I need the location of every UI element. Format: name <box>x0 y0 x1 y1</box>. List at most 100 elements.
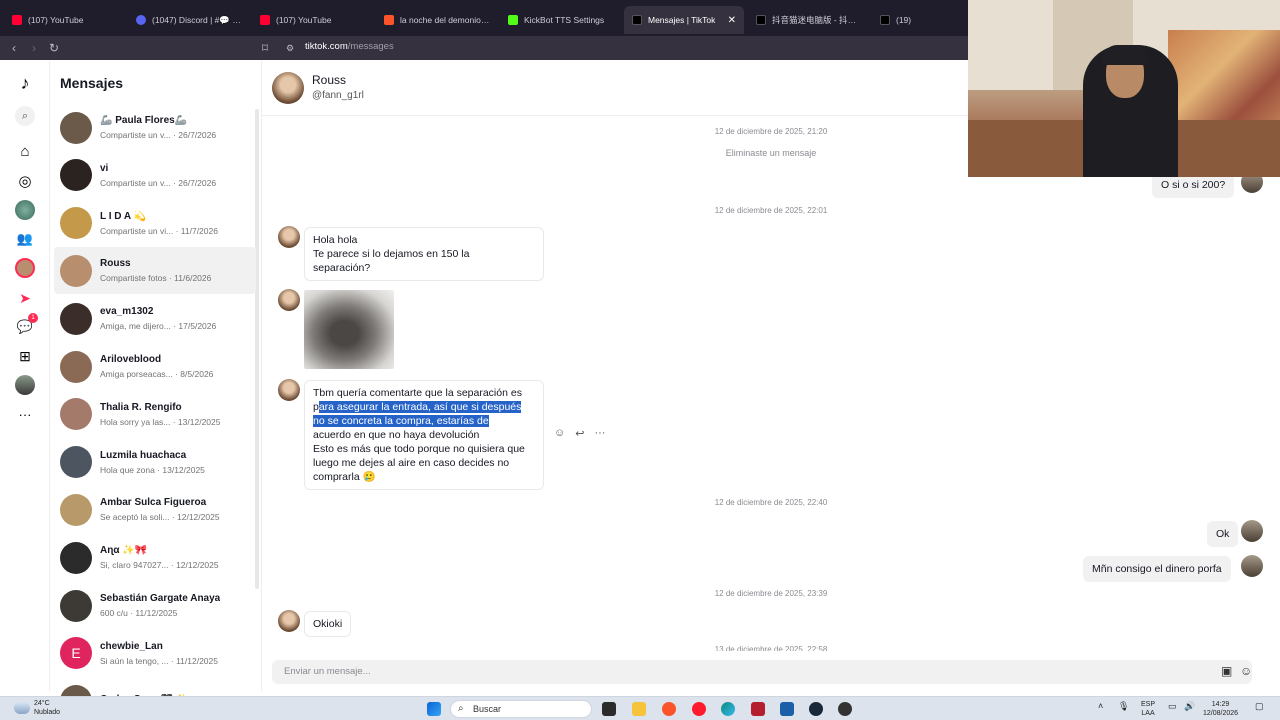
task-view-icon[interactable] <box>602 702 616 716</box>
conversation-item[interactable]: Thalia R. Rengifo Hola sorry ya las... · … <box>54 391 256 438</box>
conversation-item[interactable]: eva_m1302 Amiga, me dijero... · 17/5/2026 <box>54 295 256 342</box>
conversation-item[interactable]: Ambar Sulca Figueroa Se aceptó la soli...… <box>54 486 256 533</box>
conversation-preview: Amiga porseacas... · 8/5/2026 <box>100 369 214 379</box>
more-options-icon[interactable]: ··· <box>594 427 605 440</box>
conversation-item[interactable]: Ariloveblood Amiga porseacas... · 8/5/202… <box>54 343 256 390</box>
send-icon[interactable]: ➤ <box>15 288 35 308</box>
contact-message[interactable]: Hola hola Te parece si lo dejamos en 150… <box>304 227 544 281</box>
brave-icon[interactable] <box>662 702 676 716</box>
obs-icon[interactable] <box>838 702 852 716</box>
conversation-text: vi Compartiste un v... · 26/7/2026 <box>100 163 216 188</box>
weather-icon[interactable] <box>14 702 30 714</box>
my-avatar <box>1241 520 1263 542</box>
conversation-item[interactable]: Echewbie_Lan Si aún la tengo, ... · 11/12… <box>54 630 256 677</box>
emoji-icon[interactable]: ☺ <box>1240 664 1252 678</box>
contact-handle[interactable]: @fann_g1rl <box>312 90 364 101</box>
messages-title: Mensajes <box>60 75 124 91</box>
conversation-item[interactable]: L I D A 💫 Compartiste un vi... · 11/7/202… <box>54 200 256 247</box>
friends-avatar-icon[interactable] <box>15 258 35 278</box>
message-input[interactable]: Enviar un mensaje... ▣ ☺ <box>272 660 1252 684</box>
bookmark-icon[interactable]: ⌑ <box>255 41 275 55</box>
browser-tab[interactable]: 抖音猫迷电脑版 - 抖音猫... <box>748 6 868 34</box>
show-hidden-icons[interactable]: ˄ <box>1098 702 1103 711</box>
conversation-item[interactable]: Rouss Compartiste fotos · 11/6/2026 <box>54 247 256 295</box>
profile-avatar-icon[interactable] <box>15 375 35 395</box>
conversation-name: L I D A 💫 <box>100 210 146 222</box>
upload-icon[interactable]: ⊞ <box>15 346 35 366</box>
conversation-item[interactable]: Aɳα ✨🎀 Si, claro 947027... · 12/12/2025 <box>54 534 256 581</box>
reply-icon[interactable]: ↩ <box>575 427 584 440</box>
conversation-preview: Compartiste un vi... · 11/7/2026 <box>100 225 218 236</box>
conversation-avatar <box>60 589 92 622</box>
back-icon[interactable]: ‹ <box>4 41 24 55</box>
live-avatar-icon[interactable] <box>15 200 35 220</box>
volume-icon[interactable]: 🔊 <box>1184 702 1195 711</box>
conversation-avatar <box>60 493 92 526</box>
react-icon[interactable]: ☺ <box>554 427 565 440</box>
cat-photo-message[interactable] <box>304 290 394 369</box>
conversation-name: chewbie_Lan <box>100 640 163 652</box>
browser-tab[interactable]: (107) YouTube <box>4 6 124 34</box>
webcam-hair <box>1102 45 1148 65</box>
following-icon[interactable]: 👥 <box>15 229 35 249</box>
conversation-avatar <box>60 302 92 335</box>
home-icon[interactable]: ⌂ <box>15 141 35 161</box>
my-message[interactable]: Mñn consigo el dinero porfa <box>1083 556 1231 582</box>
notifications-icon[interactable]: ▢ <box>1255 702 1264 711</box>
browser-tab-active[interactable]: Mensajes | TikTok ✕ <box>624 6 744 34</box>
edge-icon[interactable] <box>721 702 735 716</box>
site-info-icon[interactable]: ⚙ <box>280 43 300 54</box>
contact-message-avatar <box>278 379 300 401</box>
contact-avatar[interactable] <box>272 72 304 104</box>
conversation-avatar <box>60 254 92 287</box>
conversation-avatar <box>60 398 92 431</box>
conversation-item[interactable]: Luzmila huachaca Hola que zona · 13/12/20… <box>54 439 256 486</box>
contact-message[interactable]: Tbm quería comentarte que la separación … <box>304 380 544 490</box>
language-indicator[interactable]: ESP LAA <box>1141 700 1155 718</box>
conversation-preview: Se aceptó la soli... · 12/12/2025 <box>100 512 220 523</box>
steam-icon[interactable] <box>809 702 823 716</box>
browser-tab[interactable]: la noche del demonio est... <box>376 6 498 34</box>
game-launcher-icon[interactable] <box>751 702 765 716</box>
notification-badge: 1 <box>28 313 38 323</box>
tiktok-logo-icon[interactable]: ♪ <box>15 73 35 93</box>
image-icon[interactable]: ▣ <box>1221 664 1232 678</box>
start-icon[interactable] <box>427 702 441 716</box>
conversation-preview: Hola sorry ya las... · 13/12/2025 <box>100 416 221 427</box>
webcam-overlay <box>968 0 1280 177</box>
address-bar[interactable]: tiktok.com/messages <box>305 41 394 52</box>
taskbar-search[interactable]: ⌕ Buscar <box>450 700 592 718</box>
search-icon[interactable]: ⌕ <box>15 106 35 126</box>
conversation-name: eva_m1302 <box>100 306 154 318</box>
opera-icon[interactable] <box>692 702 706 716</box>
conversation-preview: Si, claro 947027... · 12/12/2025 <box>100 560 219 571</box>
contact-name[interactable]: Rouss <box>312 73 346 87</box>
file-explorer-icon[interactable] <box>632 702 646 716</box>
browser-tab[interactable]: (1047) Discord | #💬 | gen... <box>128 6 250 34</box>
conversation-item[interactable]: Sebastián Gargate Anaya 600 c/u · 11/12/2… <box>54 582 256 629</box>
my-message[interactable]: Ok <box>1207 521 1239 547</box>
contact-message-avatar <box>278 226 300 248</box>
forward-icon[interactable]: › <box>24 41 44 55</box>
store-icon[interactable] <box>780 702 794 716</box>
close-tab-icon[interactable]: ✕ <box>728 15 736 26</box>
conversation-item[interactable]: 🦾 Paula Flores🦾 Compartiste un v... · 26/… <box>54 104 256 151</box>
browser-tab[interactable]: KickBot TTS Settings <box>500 6 620 34</box>
contact-message[interactable]: Okioki <box>304 611 352 637</box>
search-icon: ⌕ <box>458 703 464 714</box>
microphone-icon[interactable]: 🎙 <box>1118 702 1129 711</box>
conversation-text: 🦾 Paula Flores🦾 Compartiste un v... · 26/… <box>100 115 216 140</box>
clock[interactable]: 14:29 12/08/2026 <box>1203 700 1238 718</box>
conversation-item[interactable]: vi Compartiste un v... · 26/7/2026 <box>54 152 256 199</box>
conversation-avatar: E <box>60 637 92 670</box>
weather-widget[interactable]: 24°C Nublado <box>34 699 60 717</box>
messages-icon[interactable]: 💬 1 <box>15 313 38 337</box>
explore-icon[interactable]: ◎ <box>15 171 35 191</box>
more-icon[interactable]: ··· <box>15 404 35 424</box>
conversation-avatar <box>60 111 92 144</box>
browser-tab[interactable]: (107) YouTube <box>252 6 374 34</box>
discord-icon <box>136 15 146 25</box>
reload-icon[interactable]: ↻ <box>44 41 64 55</box>
network-icon[interactable]: ▭ <box>1168 702 1177 711</box>
browser-tab[interactable]: (19) <box>872 6 962 34</box>
